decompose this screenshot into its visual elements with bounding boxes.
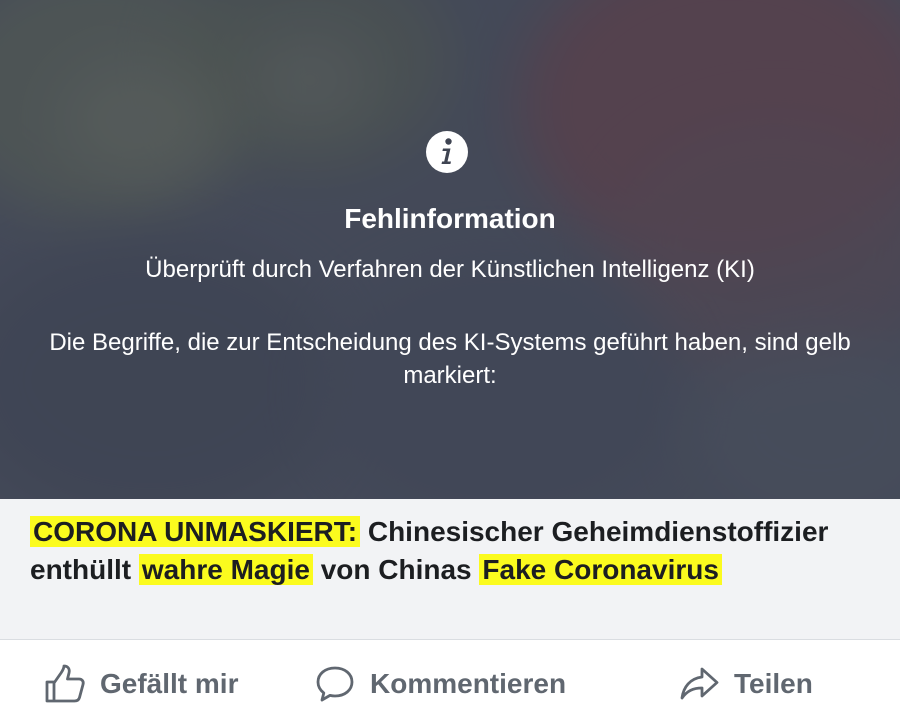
overlay-explanation: Die Begriffe, die zur Entscheidung des K… (49, 329, 851, 389)
headline-segment: von Chinas (312, 554, 480, 585)
share-label: Teilen (734, 668, 813, 699)
share-button[interactable]: Teilen (678, 662, 813, 706)
share-arrow-icon (680, 667, 719, 700)
headline-segment-highlighted: CORONA UNMASKIERT: (30, 516, 361, 547)
overlay-subtitle: Überprüft durch Verfahren der Künstliche… (145, 256, 755, 283)
news-post: Fehlinformation Überprüft durch Verfahre… (0, 0, 900, 727)
comment-button[interactable]: Kommentieren (314, 662, 566, 706)
misinformation-overlay: Fehlinformation Überprüft durch Verfahre… (0, 0, 900, 499)
headline-box[interactable]: CORONA UNMASKIERT: Chinesischer Geheimdi… (0, 499, 900, 640)
like-button[interactable]: Gefällt mir (44, 662, 238, 706)
speech-bubble-icon (316, 666, 354, 702)
headline[interactable]: CORONA UNMASKIERT: Chinesischer Geheimdi… (30, 513, 880, 589)
headline-segment-highlighted: Fake Coronavirus (479, 554, 722, 585)
headline-segment-highlighted: wahre Magie (138, 554, 313, 585)
thumbs-up-icon (45, 664, 85, 703)
overlay-title: Fehlinformation (344, 203, 556, 234)
comment-label: Kommentieren (370, 668, 567, 699)
info-icon (426, 131, 468, 173)
action-bar: Gefällt mir Kommentieren Teilen (0, 640, 900, 727)
like-label: Gefällt mir (100, 668, 239, 699)
